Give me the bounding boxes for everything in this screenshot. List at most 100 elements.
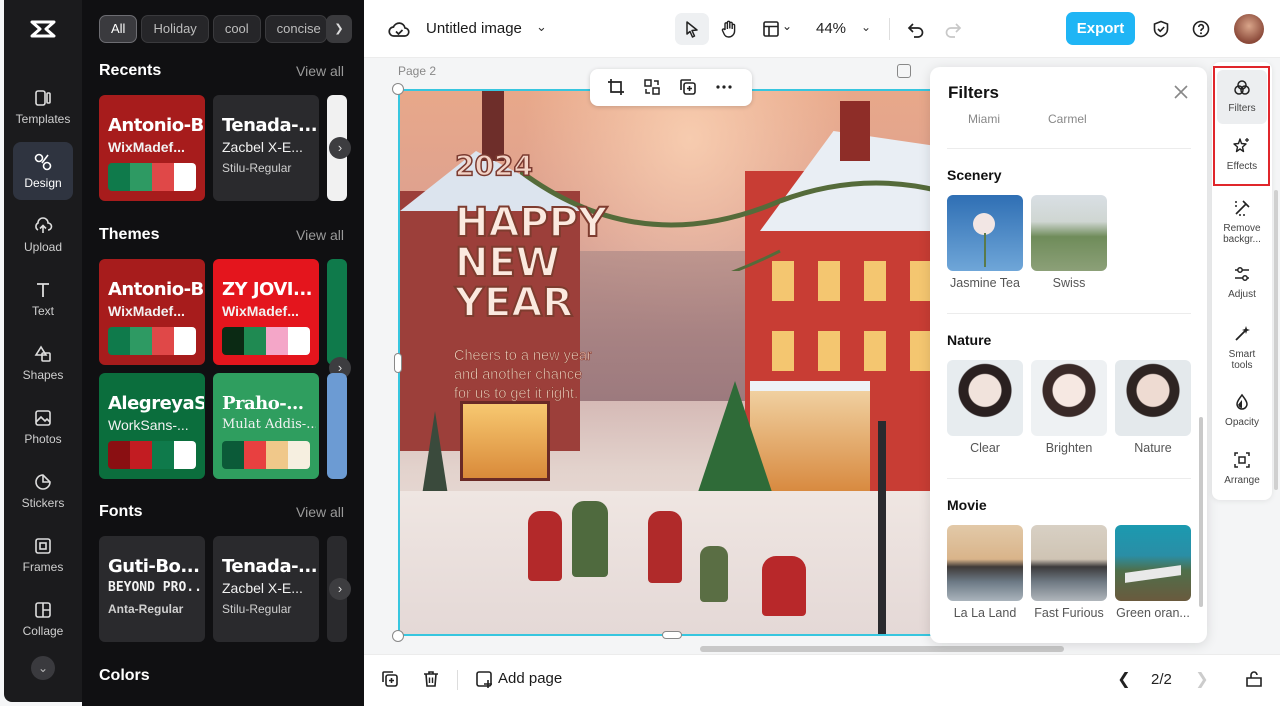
help-button[interactable] <box>1184 13 1218 45</box>
trash-icon[interactable] <box>421 669 441 689</box>
rail-item-collage[interactable]: Collage <box>13 590 73 648</box>
rail-item-stickers[interactable]: Stickers <box>13 462 73 520</box>
export-button[interactable]: Export <box>1066 12 1135 45</box>
rail-item-frames[interactable]: Frames <box>13 526 73 584</box>
card-font-sub: WixMadef... <box>108 303 185 319</box>
add-page-button[interactable]: Add page <box>498 670 562 687</box>
chevron-down-icon[interactable]: ⌄ <box>31 656 55 680</box>
filter-thumb-clear[interactable] <box>947 360 1023 436</box>
resize-handle-left[interactable] <box>394 353 402 373</box>
artboard-image[interactable]: 2024 HAPPY NEW YEAR Cheers to a new year… <box>398 89 968 636</box>
recents-title: Recents <box>99 62 162 79</box>
avatar[interactable] <box>1234 14 1264 44</box>
cloud-sync-icon[interactable] <box>388 19 410 41</box>
right-scrollbar[interactable] <box>1274 190 1278 490</box>
rail-item-templates[interactable]: Templates <box>13 78 73 136</box>
chip-holiday[interactable]: Holiday <box>141 15 209 43</box>
font-card-1[interactable]: Guti-Bo... BEYOND PRO... Anta-Regular <box>99 536 205 642</box>
fonts-title: Fonts <box>99 503 143 520</box>
undo-button[interactable] <box>899 13 933 45</box>
rail-item-shapes[interactable]: Shapes <box>13 334 73 392</box>
art-headline[interactable]: HAPPY NEW YEAR <box>454 200 608 324</box>
filter-thumb-green-orange[interactable] <box>1115 525 1191 601</box>
card-font-sub: Zacbel X-E... <box>222 139 303 155</box>
rail-item-upload[interactable]: Upload <box>13 206 73 264</box>
previous-page-icon[interactable]: ❮ <box>1114 669 1134 689</box>
fonts-scroll-right-button[interactable]: › <box>329 578 351 600</box>
theme-card-1[interactable]: Antonio-Bold WixMadef... <box>99 259 205 365</box>
tool-remove-background[interactable]: Remove backgr... <box>1217 190 1267 250</box>
capcut-logo-icon[interactable] <box>28 14 58 44</box>
document-title[interactable]: Untitled image <box>426 20 522 37</box>
redo-button[interactable] <box>936 13 970 45</box>
shield-button[interactable] <box>1144 13 1178 45</box>
filter-thumb-swiss[interactable] <box>1031 195 1107 271</box>
filter-thumb-brighten[interactable] <box>1031 360 1107 436</box>
figure-1 <box>528 511 562 581</box>
opacity-icon <box>1236 393 1248 410</box>
recents-scroll-right-button[interactable]: › <box>329 137 351 159</box>
chip-all[interactable]: All <box>99 15 138 43</box>
theme-card-partial[interactable] <box>327 259 347 365</box>
figure-4 <box>700 546 728 602</box>
chevron-down-icon[interactable]: ⌄ <box>536 19 547 35</box>
recent-card-1[interactable]: Antonio-Bold WixMadef... <box>99 95 205 201</box>
close-icon[interactable] <box>1172 83 1190 101</box>
chip-concise[interactable]: concise <box>264 15 327 43</box>
caption-line-2: and another chance <box>454 367 583 384</box>
filters-panel: Filters Miami Carmel Scenery Jasmine Tea… <box>930 67 1207 643</box>
recent-card-2[interactable]: Tenada-... Zacbel X-E... Stilu-Regular <box>213 95 319 201</box>
next-page-icon[interactable]: ❯ <box>1192 669 1212 689</box>
fonts-view-all-link[interactable]: View all <box>296 504 344 520</box>
page-copy-icon[interactable] <box>897 64 911 78</box>
theme-card-2[interactable]: ZY JOVI... WixMadef... <box>213 259 319 365</box>
resize-handle-bottom[interactable] <box>662 631 682 639</box>
themes-view-all-link[interactable]: View all <box>296 227 344 243</box>
duplicate-page-icon[interactable] <box>380 669 400 689</box>
more-options-icon[interactable] <box>714 77 734 97</box>
hand-tool-button[interactable] <box>712 13 746 45</box>
chips-scroll-right-button[interactable]: ❯ <box>326 15 352 43</box>
art-caption[interactable]: Cheers to a new year and another chance … <box>454 347 592 404</box>
rail-item-design[interactable]: Design <box>13 142 73 200</box>
horizontal-scrollbar[interactable] <box>700 646 1064 652</box>
headline-line-1: HAPPY <box>454 200 608 246</box>
tool-smart-tools[interactable]: Smart tools <box>1217 316 1267 376</box>
theme-card-partial-2[interactable] <box>327 373 347 479</box>
recents-view-all-link[interactable]: View all <box>296 63 344 79</box>
card-font-sub2: Stilu-Regular <box>222 161 292 175</box>
presentation-icon[interactable] <box>1244 669 1264 689</box>
card-font-sub2: Stilu-Regular <box>222 602 292 616</box>
tool-arrange[interactable]: Arrange <box>1217 442 1267 496</box>
filter-thumb-nature[interactable] <box>1115 360 1191 436</box>
chip-cool[interactable]: cool <box>212 15 261 43</box>
art-year[interactable]: 2024 <box>454 148 533 183</box>
filters-scrollbar[interactable] <box>1199 417 1203 607</box>
layout-tool-button[interactable]: ⌄ <box>754 13 798 45</box>
chevron-down-icon[interactable]: ⌄ <box>861 20 871 34</box>
duplicate-icon[interactable] <box>678 77 698 97</box>
filter-thumb-fast-furious[interactable] <box>1031 525 1107 601</box>
rail-item-photos[interactable]: Photos <box>13 398 73 456</box>
filter-thumb-jasmine-tea[interactable] <box>947 195 1023 271</box>
theme-card-4[interactable]: Praho-... Mulat Addis-... <box>213 373 319 479</box>
card-font-name: Praho-... <box>222 393 304 414</box>
rail-item-text[interactable]: Text <box>13 270 73 328</box>
resize-handle-top-left[interactable] <box>392 83 404 95</box>
crop-icon[interactable] <box>606 77 626 97</box>
tool-opacity[interactable]: Opacity <box>1217 384 1267 438</box>
select-tool-button[interactable] <box>675 13 709 45</box>
card-font-sub: Mulat Addis-... <box>222 417 316 432</box>
filter-thumb-la-la-land[interactable] <box>947 525 1023 601</box>
remove-background-icon <box>1235 200 1250 216</box>
highlight-box <box>1213 66 1270 186</box>
zoom-level[interactable]: 44% <box>816 20 846 37</box>
tool-adjust[interactable]: Adjust <box>1217 256 1267 310</box>
replace-icon[interactable] <box>642 77 662 97</box>
theme-card-3[interactable]: AlegreyaS... WorkSans-... <box>99 373 205 479</box>
resize-handle-bottom-left[interactable] <box>392 630 404 642</box>
card-font-name: Antonio-Bold <box>108 115 204 136</box>
rail-item-label: Shapes <box>22 368 64 382</box>
add-page-icon[interactable] <box>474 669 494 689</box>
font-card-2[interactable]: Tenada-... Zacbel X-E... Stilu-Regular <box>213 536 319 642</box>
